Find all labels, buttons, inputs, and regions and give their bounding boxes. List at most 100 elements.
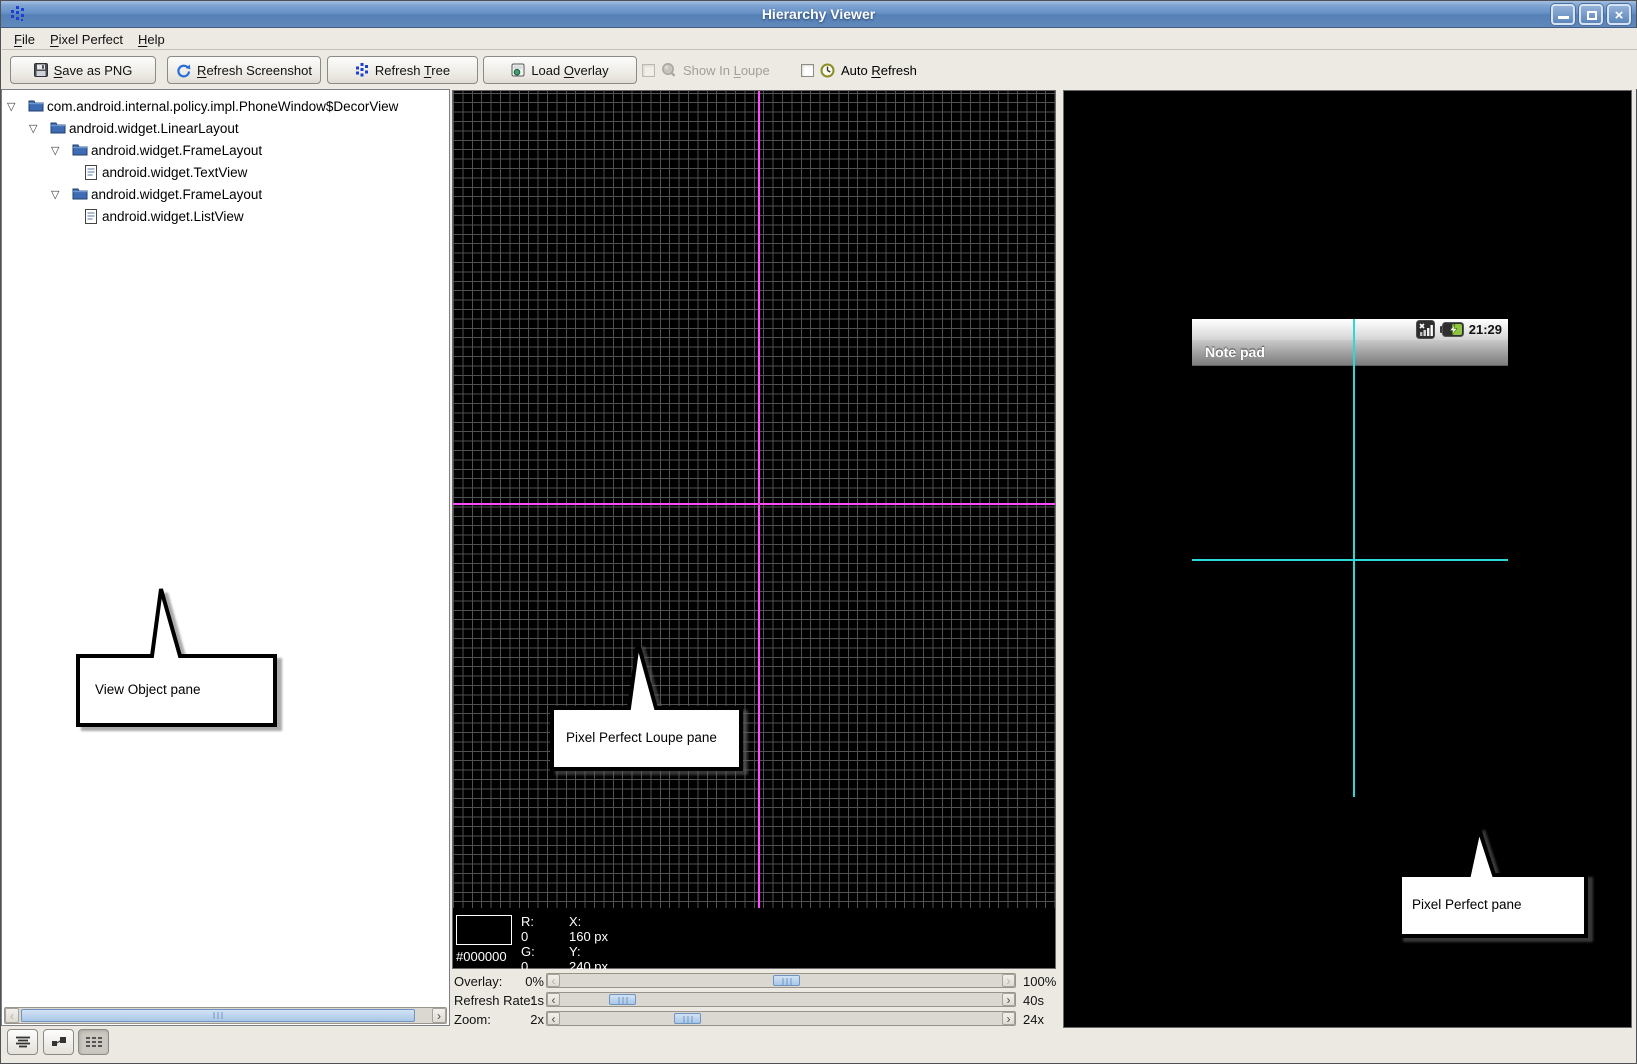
expander-arrow-icon[interactable]: ▽ bbox=[7, 100, 15, 113]
callout-pixel-perfect-pane: Pixel Perfect pane bbox=[1398, 826, 1592, 942]
tree-node-label: android.widget.ListView bbox=[102, 209, 244, 224]
slider-panel: Overlay: 0% ‹ › 100% Refresh Rate: 1s ‹ … bbox=[452, 969, 1056, 1031]
scroll-left-icon[interactable]: ‹ bbox=[5, 1008, 19, 1023]
close-icon: × bbox=[1609, 7, 1629, 24]
loupe-icon bbox=[661, 62, 677, 78]
folder-icon bbox=[72, 187, 88, 200]
refresh-rate-slider-row: Refresh Rate: 1s ‹ › 40s bbox=[452, 992, 1056, 1009]
pixel-perfect-crosshair-horizontal bbox=[1192, 559, 1508, 561]
zoom-slider-thumb[interactable] bbox=[674, 1013, 701, 1024]
callout-label: Pixel Perfect Loupe pane bbox=[566, 730, 717, 745]
callout-label: View Object pane bbox=[95, 682, 201, 697]
grid-view-button[interactable] bbox=[78, 1029, 109, 1055]
view-object-pane: ▽ com.android.internal.policy.impl.Phone… bbox=[1, 89, 450, 1026]
overlay-current-value: 0% bbox=[502, 974, 544, 989]
zoom-slider-row: Zoom: 2x ‹ › 24x bbox=[452, 1011, 1056, 1028]
refresh-rate-max-value: 40s bbox=[1023, 993, 1044, 1008]
window-title: Hierarchy Viewer bbox=[1, 6, 1636, 22]
grid-view-icon bbox=[85, 1036, 103, 1048]
red-value: 0 bbox=[521, 929, 535, 944]
refresh-icon bbox=[176, 63, 191, 78]
zoom-current-value: 2x bbox=[502, 1012, 544, 1027]
close-button[interactable]: × bbox=[1607, 4, 1631, 25]
menu-help[interactable]: Help bbox=[134, 31, 169, 48]
save-icon bbox=[34, 63, 48, 77]
tree-node-label: com.android.internal.policy.impl.PhoneWi… bbox=[47, 99, 398, 114]
zoom-slider[interactable]: ‹ › bbox=[546, 1011, 1016, 1026]
menu-pixel-perfect[interactable]: Pixel Perfect bbox=[46, 31, 127, 48]
scroll-right-icon[interactable]: › bbox=[1002, 974, 1015, 987]
scroll-right-icon[interactable]: › bbox=[1002, 993, 1015, 1006]
show-in-loupe-checkbox[interactable] bbox=[642, 64, 655, 77]
loupe-color-info: #000000 R:0 G:0 B:0 X:160 px Y:240 px bbox=[453, 908, 1055, 968]
pixel-perfect-crosshair-vertical bbox=[1353, 319, 1355, 797]
menu-file[interactable]: File bbox=[10, 31, 39, 48]
save-as-png-label: Save as PNG bbox=[54, 63, 133, 78]
tree-dots-icon bbox=[355, 63, 369, 77]
scroll-left-icon[interactable]: ‹ bbox=[547, 1012, 560, 1025]
overlay-slider-thumb[interactable] bbox=[773, 975, 800, 986]
refresh-tree-button[interactable]: Refresh Tree bbox=[327, 56, 478, 84]
refresh-rate-slider[interactable]: ‹ › bbox=[546, 992, 1016, 1007]
x-value: 160 px bbox=[569, 929, 608, 944]
scrollbar-thumb[interactable] bbox=[21, 1009, 415, 1022]
refresh-rate-slider-thumb[interactable] bbox=[609, 994, 636, 1005]
zoom-max-value: 24x bbox=[1023, 1012, 1044, 1027]
clock-icon bbox=[820, 63, 835, 78]
loupe-crosshair-vertical bbox=[758, 91, 760, 911]
maximize-button[interactable] bbox=[1579, 4, 1603, 25]
device-app-title-bar: Note pad bbox=[1192, 340, 1508, 366]
auto-refresh-group: Auto Refresh bbox=[801, 58, 917, 82]
refresh-rate-current-value: 1s bbox=[502, 993, 544, 1008]
overlay-icon bbox=[511, 63, 525, 77]
folder-icon bbox=[28, 99, 44, 112]
minimize-icon bbox=[1558, 16, 1569, 19]
refresh-screenshot-button[interactable]: Refresh Screenshot bbox=[167, 56, 321, 84]
battery-charging-icon bbox=[1440, 322, 1464, 337]
refresh-screenshot-label: Refresh Screenshot bbox=[197, 63, 312, 78]
load-overlay-button[interactable]: Load Overlay bbox=[483, 56, 637, 84]
expander-arrow-icon[interactable]: ▽ bbox=[51, 144, 59, 157]
callout-label: Pixel Perfect pane bbox=[1412, 897, 1522, 912]
overlay-label: Overlay: bbox=[454, 974, 502, 989]
scroll-right-icon[interactable]: › bbox=[432, 1008, 446, 1023]
show-in-loupe-group: Show In Loupe bbox=[642, 58, 770, 82]
folder-icon bbox=[72, 143, 88, 156]
auto-refresh-checkbox[interactable] bbox=[801, 64, 814, 77]
scroll-left-icon[interactable]: ‹ bbox=[547, 974, 560, 987]
tree-layout-view-button[interactable] bbox=[43, 1029, 74, 1055]
expander-arrow-icon[interactable]: ▽ bbox=[29, 122, 37, 135]
toolbar: Save as PNG Refresh Screenshot Refresh T… bbox=[2, 50, 1637, 89]
expander-arrow-icon[interactable]: ▽ bbox=[51, 188, 59, 201]
overlay-slider[interactable]: ‹ › bbox=[546, 973, 1016, 988]
refresh-tree-label: Refresh Tree bbox=[375, 63, 450, 78]
device-status-bar: 21:29 bbox=[1192, 319, 1508, 340]
color-hex-value: #000000 bbox=[456, 949, 507, 964]
callout-pixel-perfect-loupe-pane: Pixel Perfect Loupe pane bbox=[550, 640, 747, 775]
overlay-max-value: 100% bbox=[1023, 974, 1056, 989]
show-in-loupe-label: Show In Loupe bbox=[683, 63, 770, 78]
title-bar: Hierarchy Viewer × bbox=[1, 1, 1636, 28]
device-clock: 21:29 bbox=[1469, 322, 1502, 337]
list-view-button[interactable] bbox=[7, 1029, 38, 1055]
folder-icon bbox=[50, 121, 66, 134]
list-view-icon bbox=[15, 1036, 31, 1048]
tree-node-label: android.widget.FrameLayout bbox=[91, 187, 262, 202]
pixel-perfect-loupe-pane[interactable]: #000000 R:0 G:0 B:0 X:160 px Y:240 px bbox=[452, 90, 1056, 969]
overlay-slider-row: Overlay: 0% ‹ › 100% bbox=[452, 973, 1056, 990]
tree-horizontal-scrollbar[interactable]: ‹ › bbox=[4, 1007, 447, 1024]
load-overlay-label: Load Overlay bbox=[531, 63, 608, 78]
cursor-position-readout: X:160 px Y:240 px bbox=[569, 914, 608, 974]
scroll-right-icon[interactable]: › bbox=[1002, 1012, 1015, 1025]
maximize-icon bbox=[1587, 11, 1597, 20]
tree-node-label: android.widget.TextView bbox=[102, 165, 247, 180]
signal-icon bbox=[1416, 320, 1435, 339]
scroll-left-icon[interactable]: ‹ bbox=[547, 993, 560, 1006]
save-as-png-button[interactable]: Save as PNG bbox=[10, 56, 156, 84]
zoom-label: Zoom: bbox=[454, 1012, 491, 1027]
document-icon bbox=[85, 165, 97, 180]
tree-node-label: android.widget.FrameLayout bbox=[91, 143, 262, 158]
loupe-crosshair-horizontal bbox=[453, 503, 1055, 505]
minimize-button[interactable] bbox=[1551, 4, 1575, 25]
document-icon bbox=[85, 209, 97, 224]
